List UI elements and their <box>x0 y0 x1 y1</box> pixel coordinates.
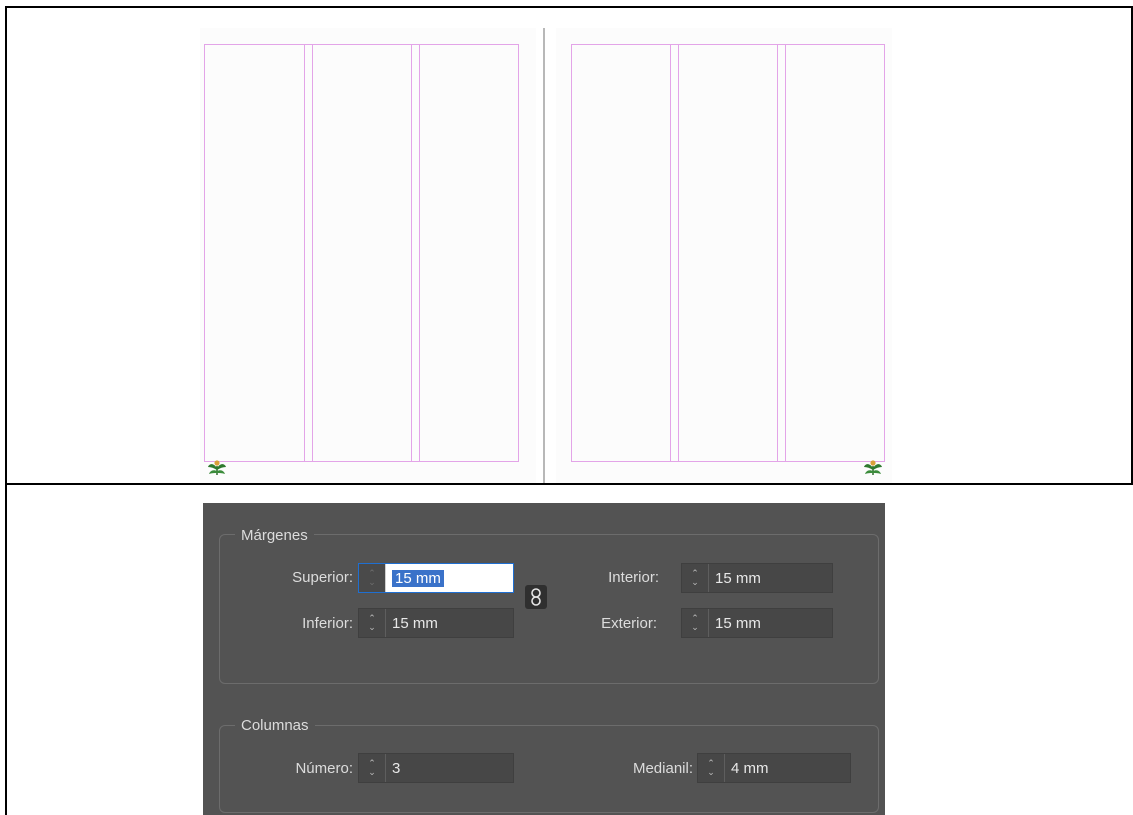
column-guide <box>678 45 679 461</box>
gutter-field[interactable]: ⌃ ⌄ 4 mm <box>697 753 851 783</box>
margins-group-title: Márgenes <box>235 527 314 545</box>
top-margin-value[interactable]: 15 mm <box>392 569 444 587</box>
left-page[interactable] <box>200 28 536 483</box>
gutter-value[interactable]: 4 mm <box>725 760 769 777</box>
outside-margin-value[interactable]: 15 mm <box>709 615 761 632</box>
outside-margin-stepper[interactable]: ⌃ ⌄ <box>682 609 709 637</box>
inside-margin-stepper[interactable]: ⌃ ⌄ <box>682 564 709 592</box>
column-number-stepper[interactable]: ⌃ ⌄ <box>359 754 386 782</box>
page-spread <box>0 0 1133 484</box>
column-number-label: Número: <box>295 760 353 777</box>
inside-margin-value[interactable]: 15 mm <box>709 570 761 587</box>
chain-link-icon <box>531 588 541 606</box>
plant-icon <box>208 460 226 475</box>
top-margin-stepper[interactable]: ⌃ ⌄ <box>359 564 386 592</box>
bottom-margin-value[interactable]: 15 mm <box>386 615 438 632</box>
bottom-margin-stepper[interactable]: ⌃ ⌄ <box>359 609 386 637</box>
bottom-margin-field[interactable]: ⌃ ⌄ 15 mm <box>358 608 514 638</box>
top-margin-label: Superior: <box>292 569 353 586</box>
left-page-margin-guide <box>204 44 519 462</box>
right-page[interactable] <box>556 28 892 483</box>
chain-link-icon[interactable] <box>525 585 547 609</box>
column-number-value[interactable]: 3 <box>386 760 400 777</box>
inside-margin-label: Interior: <box>608 569 659 586</box>
column-guide <box>419 45 420 461</box>
right-page-margin-guide <box>571 44 885 462</box>
plant-icon <box>864 460 882 475</box>
column-number-field[interactable]: ⌃ ⌄ 3 <box>358 753 514 783</box>
top-margin-field[interactable]: ⌃ ⌄ 15 mm <box>358 563 514 593</box>
column-guide <box>670 45 671 461</box>
column-guide <box>411 45 412 461</box>
inside-margin-field[interactable]: ⌃ ⌄ 15 mm <box>681 563 833 593</box>
column-guide <box>312 45 313 461</box>
column-guide <box>785 45 786 461</box>
outside-margin-label: Exterior: <box>601 615 657 632</box>
column-guide <box>304 45 305 461</box>
gutter-stepper[interactable]: ⌃ ⌄ <box>698 754 725 782</box>
bottom-margin-label: Inferior: <box>302 615 353 632</box>
spread-spine <box>543 28 545 483</box>
margins-columns-dialog: Márgenes Superior: ⌃ ⌄ 15 mm Inferior: ⌃ ⌄… <box>203 503 885 815</box>
outside-margin-field[interactable]: ⌃ ⌄ 15 mm <box>681 608 833 638</box>
column-guide <box>777 45 778 461</box>
gutter-label: Medianil: <box>632 760 693 777</box>
columns-group-title: Columnas <box>235 717 315 735</box>
